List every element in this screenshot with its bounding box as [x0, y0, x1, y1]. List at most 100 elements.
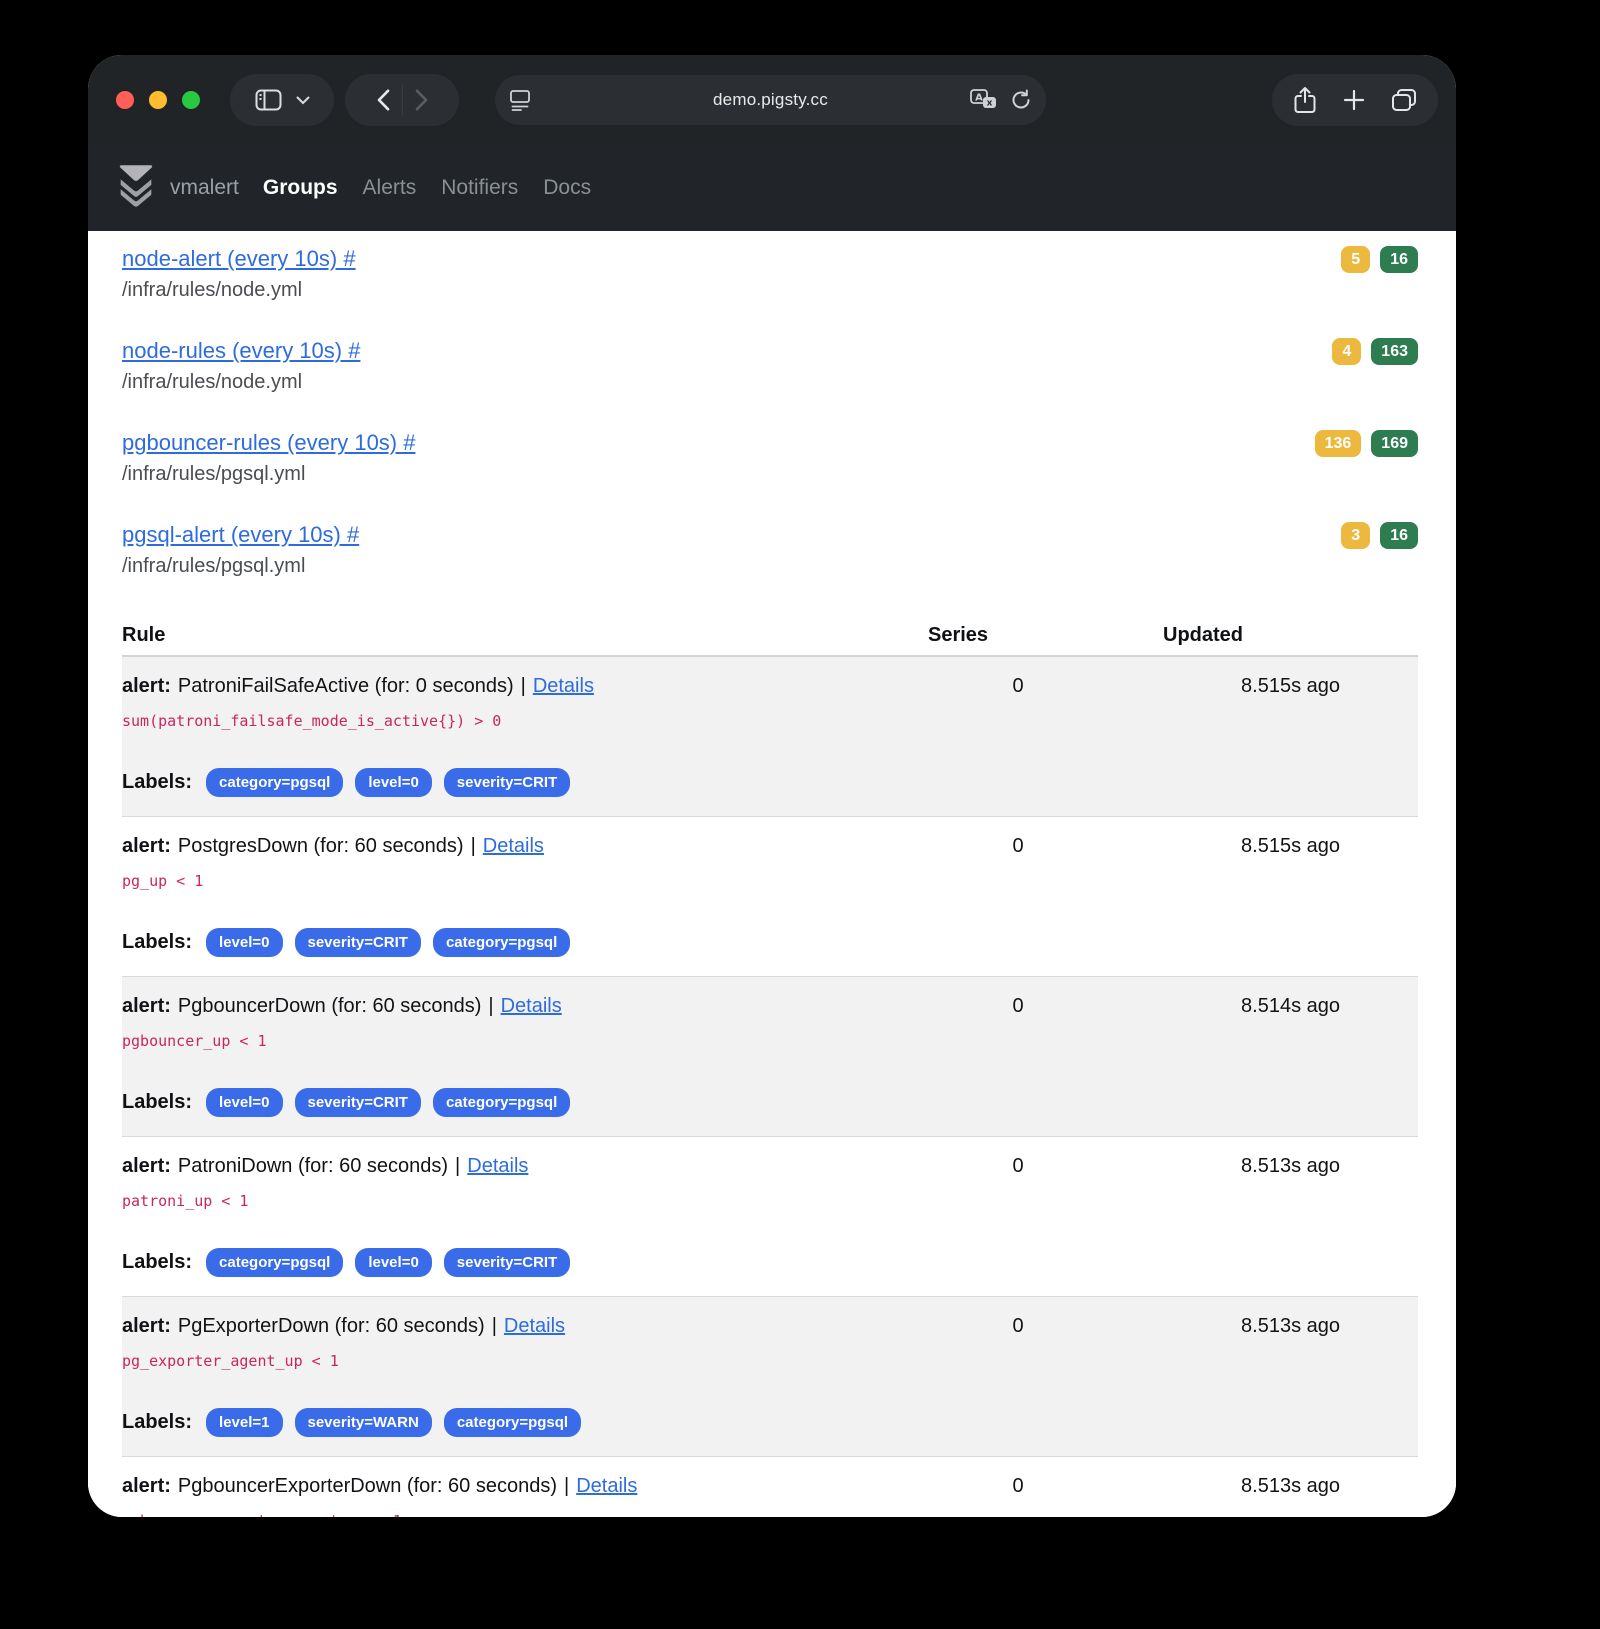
labels-list: level=0severity=CRITcategory=pgsql	[206, 928, 570, 957]
label-badge: category=pgsql	[206, 768, 343, 797]
group-file-path: /infra/rules/pgsql.yml	[122, 461, 1418, 487]
group-title-link[interactable]: node-alert (every 10s) #	[122, 245, 356, 273]
rule-group: pgsql-alert (every 10s) # /infra/rules/p…	[122, 521, 1418, 579]
group-file-path: /infra/rules/pgsql.yml	[122, 553, 1418, 579]
sidebar-button-group	[230, 74, 334, 126]
url-text[interactable]: demo.pigsty.cc	[575, 90, 966, 110]
rule-expression: sum(patroni_failsafe_mode_is_active{}) >…	[122, 710, 1418, 732]
label-badge: category=pgsql	[206, 1248, 343, 1277]
label-badge: category=pgsql	[433, 928, 570, 957]
share-icon[interactable]	[1293, 86, 1317, 114]
navbar-links: Groups Alerts Notifiers Docs	[263, 176, 591, 200]
sidebar-toggle-icon[interactable]	[255, 89, 282, 111]
series-value: 0	[918, 831, 1118, 861]
series-value: 0	[918, 1471, 1118, 1501]
details-link[interactable]: Details	[533, 671, 594, 701]
separator: |	[455, 1151, 460, 1181]
separator: |	[488, 991, 493, 1021]
updated-value: 8.513s ago	[1118, 1151, 1418, 1181]
brand-vmalert[interactable]: vmalert	[170, 176, 239, 200]
details-link[interactable]: Details	[467, 1151, 528, 1181]
ok-count-badge: 16	[1380, 246, 1418, 273]
tab-overview-icon[interactable]	[1391, 88, 1417, 112]
label-badge: severity=WARN	[295, 1408, 432, 1437]
label-badge: level=0	[206, 1088, 282, 1117]
alert-prefix: alert:	[122, 1311, 171, 1341]
details-link[interactable]: Details	[501, 991, 562, 1021]
page-format-icon[interactable]	[509, 88, 531, 112]
column-header-series: Series	[918, 624, 1118, 647]
rule-row: alert: PostgresDown (for: 60 seconds) | …	[122, 817, 1418, 977]
separator: |	[492, 1311, 497, 1341]
alert-title: PostgresDown (for: 60 seconds)	[178, 831, 464, 861]
labels-caption: Labels:	[122, 771, 192, 794]
forward-icon[interactable]	[415, 89, 428, 111]
svg-text:A: A	[975, 93, 983, 104]
rule-expression: pgbouncer_exporter_agent_up < 1	[122, 1510, 1418, 1517]
vmalert-navbar: vmalert Groups Alerts Notifiers Docs	[88, 145, 1456, 231]
warning-count-badge: 4	[1332, 338, 1361, 365]
group-file-path: /infra/rules/node.yml	[122, 277, 1418, 303]
alert-prefix: alert:	[122, 1151, 171, 1181]
minimize-window-button[interactable]	[149, 91, 167, 109]
labels-caption: Labels:	[122, 1251, 192, 1274]
close-window-button[interactable]	[116, 91, 134, 109]
reload-icon[interactable]	[1010, 89, 1032, 111]
details-link[interactable]: Details	[483, 831, 544, 861]
translate-icon[interactable]: A x	[970, 89, 998, 111]
chevron-down-icon[interactable]	[296, 96, 310, 105]
back-icon[interactable]	[377, 89, 390, 111]
group-title-link[interactable]: pgbouncer-rules (every 10s) #	[122, 429, 415, 457]
rule-row: alert: PgExporterDown (for: 60 seconds) …	[122, 1297, 1418, 1457]
alert-prefix: alert:	[122, 1471, 171, 1501]
label-badge: category=pgsql	[444, 1408, 581, 1437]
label-badge: level=0	[355, 768, 431, 797]
alert-title: PgExporterDown (for: 60 seconds)	[178, 1311, 485, 1341]
rule-expression: patroni_up < 1	[122, 1190, 1418, 1212]
rule-group: node-rules (every 10s) # /infra/rules/no…	[122, 337, 1418, 395]
series-value: 0	[918, 1151, 1118, 1181]
new-tab-icon[interactable]	[1343, 89, 1365, 111]
rule-expression: pgbouncer_up < 1	[122, 1030, 1418, 1052]
group-title-link[interactable]: pgsql-alert (every 10s) #	[122, 521, 359, 549]
labels-caption: Labels:	[122, 1091, 192, 1114]
alert-title: PatroniFailSafeActive (for: 0 seconds)	[178, 671, 514, 701]
divider	[402, 85, 403, 115]
updated-value: 8.513s ago	[1118, 1311, 1418, 1341]
label-badge: category=pgsql	[433, 1088, 570, 1117]
updated-value: 8.514s ago	[1118, 991, 1418, 1021]
details-link[interactable]: Details	[576, 1471, 637, 1501]
browser-toolbar: demo.pigsty.cc A x	[88, 55, 1456, 145]
separator: |	[471, 831, 476, 861]
warning-count-badge: 3	[1341, 522, 1370, 549]
rule-row: alert: PatroniDown (for: 60 seconds) | D…	[122, 1137, 1418, 1297]
victoriametrics-logo-icon	[115, 163, 157, 214]
svg-text:x: x	[987, 99, 993, 109]
ok-count-badge: 169	[1371, 430, 1418, 457]
navbar-link[interactable]: Docs	[543, 176, 591, 200]
navbar-link[interactable]: Groups	[263, 176, 338, 200]
alert-prefix: alert:	[122, 831, 171, 861]
navbar-link[interactable]: Alerts	[363, 176, 417, 200]
rule-row: alert: PgbouncerExporterDown (for: 60 se…	[122, 1457, 1418, 1517]
separator: |	[521, 671, 526, 701]
labels-caption: Labels:	[122, 1411, 192, 1434]
group-file-path: /infra/rules/node.yml	[122, 369, 1418, 395]
updated-value: 8.515s ago	[1118, 831, 1418, 861]
rule-group: pgbouncer-rules (every 10s) # /infra/rul…	[122, 429, 1418, 487]
labels-caption: Labels:	[122, 931, 192, 954]
label-badge: level=0	[206, 928, 282, 957]
group-title-link[interactable]: node-rules (every 10s) #	[122, 337, 360, 365]
alert-prefix: alert:	[122, 991, 171, 1021]
warning-count-badge: 5	[1341, 246, 1370, 273]
history-button-group	[345, 74, 459, 126]
details-link[interactable]: Details	[504, 1311, 565, 1341]
alert-title: PatroniDown (for: 60 seconds)	[178, 1151, 448, 1181]
fullscreen-window-button[interactable]	[182, 91, 200, 109]
groups-page: node-alert (every 10s) # /infra/rules/no…	[88, 231, 1456, 1517]
address-bar[interactable]: demo.pigsty.cc A x	[495, 75, 1046, 125]
rule-groups-list: node-alert (every 10s) # /infra/rules/no…	[122, 245, 1418, 579]
labels-list: level=1severity=WARNcategory=pgsql	[206, 1408, 581, 1437]
series-value: 0	[918, 991, 1118, 1021]
navbar-link[interactable]: Notifiers	[441, 176, 518, 200]
